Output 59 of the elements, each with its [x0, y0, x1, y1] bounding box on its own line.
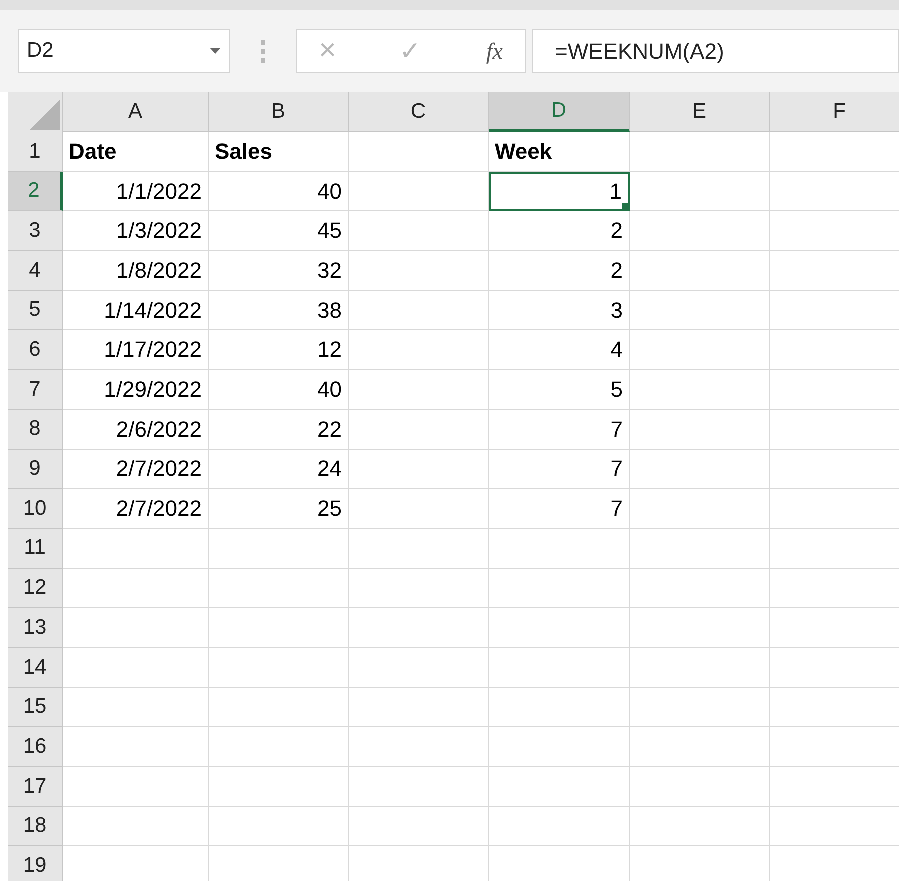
table-cell: 1/1/2022: [63, 172, 209, 212]
row-header[interactable]: 5: [8, 290, 63, 330]
table-cell: 7: [489, 450, 630, 490]
row-header[interactable]: 13: [8, 608, 63, 648]
row-header[interactable]: 17: [8, 767, 63, 807]
table-cell: 1: [489, 172, 630, 212]
table-cell: 3: [489, 290, 630, 330]
column-header[interactable]: B: [209, 92, 349, 132]
formula-field[interactable]: =WEEKNUM(A2): [532, 29, 899, 73]
table-cell: 25: [209, 489, 349, 529]
table-cell: Date: [63, 132, 209, 172]
row-header[interactable]: 11: [8, 528, 63, 569]
row-header[interactable]: 10: [8, 489, 63, 529]
row-header[interactable]: 16: [8, 727, 63, 767]
table-cell: 2/7/2022: [63, 489, 209, 529]
row-header[interactable]: 6: [8, 330, 63, 370]
row-header[interactable]: 14: [8, 648, 63, 688]
row-header[interactable]: 8: [8, 410, 63, 450]
table-cell: 1/17/2022: [63, 330, 209, 370]
table-cell: 22: [209, 410, 349, 450]
column-header[interactable]: F: [770, 92, 899, 132]
table-cell: 1/3/2022: [63, 211, 209, 252]
cell-reference: D2: [27, 38, 54, 64]
table-cell: 7: [489, 489, 630, 529]
table-cell: 12: [209, 330, 349, 370]
column-header[interactable]: A: [63, 92, 209, 132]
table-cell: 2: [489, 211, 630, 252]
table-cell: Week: [489, 132, 630, 172]
row-header[interactable]: 7: [8, 370, 63, 410]
formula-text: =WEEKNUM(A2): [555, 38, 724, 66]
table-cell: 5: [489, 370, 630, 410]
row-header[interactable]: 12: [8, 568, 63, 608]
table-cell: 38: [209, 290, 349, 330]
row-header[interactable]: 2: [8, 172, 63, 212]
row-header[interactable]: 1: [8, 132, 63, 172]
table-cell: 45: [209, 211, 349, 252]
table-cell: 40: [209, 370, 349, 410]
table-cell: 2: [489, 251, 630, 291]
row-header[interactable]: 9: [8, 450, 63, 490]
table-cell: 4: [489, 330, 630, 370]
table-cell: Sales: [209, 132, 349, 172]
column-header[interactable]: D: [489, 92, 630, 132]
table-cell: 1/29/2022: [63, 370, 209, 410]
table-cell: 24: [209, 450, 349, 490]
table-cell: 40: [209, 172, 349, 212]
table-cell: 2/6/2022: [63, 410, 209, 450]
table-cell: 1/14/2022: [63, 290, 209, 330]
column-header[interactable]: E: [630, 92, 770, 132]
row-header[interactable]: 3: [8, 211, 63, 252]
name-box[interactable]: D2: [18, 29, 230, 73]
row-header[interactable]: 15: [8, 688, 63, 728]
row-header[interactable]: 19: [8, 846, 63, 881]
insert-function-button[interactable]: fx: [486, 40, 503, 62]
row-header[interactable]: 18: [8, 806, 63, 846]
table-cell: 7: [489, 410, 630, 450]
row-header[interactable]: 4: [8, 251, 63, 291]
table-cell: 2/7/2022: [63, 450, 209, 490]
table-cell: 1/8/2022: [63, 251, 209, 291]
table-cell: 32: [209, 251, 349, 291]
